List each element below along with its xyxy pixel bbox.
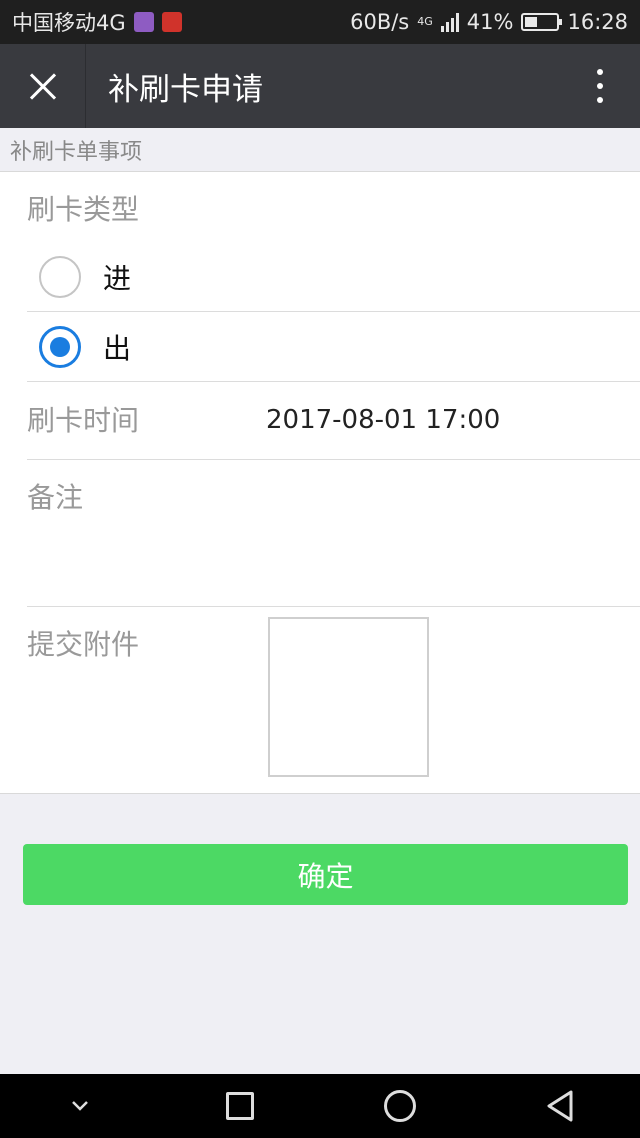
signal-icon [440,12,459,32]
status-right: 60B/s 4G 41% 16:28 [350,10,628,34]
radio-option-in[interactable]: 进 [27,242,640,312]
radio-button-in[interactable] [39,255,81,298]
attachment-row: 提交附件 [27,607,640,794]
status-bar: 中国移动4G 60B/s 4G 41% 16:28 [0,0,640,44]
radio-button-out[interactable] [39,325,81,368]
network-speed: 60B/s [350,10,410,34]
more-vertical-icon[interactable] [580,44,620,128]
battery-icon [521,13,563,31]
page-title: 补刷卡申请 [108,71,263,108]
confirm-button[interactable]: 确定 [23,844,628,905]
radio-label-in: 进 [103,261,132,295]
attachment-label: 提交附件 [27,628,140,661]
radio-label-out: 出 [103,331,132,365]
radio-option-out[interactable]: 出 [27,312,640,382]
time-value[interactable]: 2017-08-01 17:00 [266,405,500,435]
gallery-app-icon [133,12,154,32]
carrier-name: 中国移动4G [12,11,126,35]
network-type: 4G [417,15,433,28]
battery-percent: 41% [466,10,514,34]
note-label: 备注 [27,481,84,514]
back-triangle-icon[interactable] [528,1074,592,1138]
card-type-label: 刷卡类型 [27,193,140,226]
form-panel: 刷卡类型 进 出 刷卡时间 2017-08-01 17:00 备注 提交附件 [0,172,640,794]
attachment-upload-box[interactable] [268,617,429,777]
network-type-label: 4G [417,15,433,28]
system-nav-bar [0,1074,640,1138]
jd-app-icon [161,12,182,32]
section-header: 补刷卡单事项 [0,128,640,172]
home-circle-icon[interactable] [368,1074,432,1138]
title-bar: 补刷卡申请 [0,44,640,128]
recent-square-icon[interactable] [208,1074,272,1138]
status-left: 中国移动4G [12,7,182,37]
clock: 16:28 [567,10,628,34]
close-icon[interactable] [0,44,86,128]
note-row[interactable]: 备注 [27,460,640,607]
chevron-down-icon[interactable] [48,1074,112,1138]
time-label: 刷卡时间 [27,404,140,437]
time-row[interactable]: 刷卡时间 2017-08-01 17:00 [27,383,640,460]
